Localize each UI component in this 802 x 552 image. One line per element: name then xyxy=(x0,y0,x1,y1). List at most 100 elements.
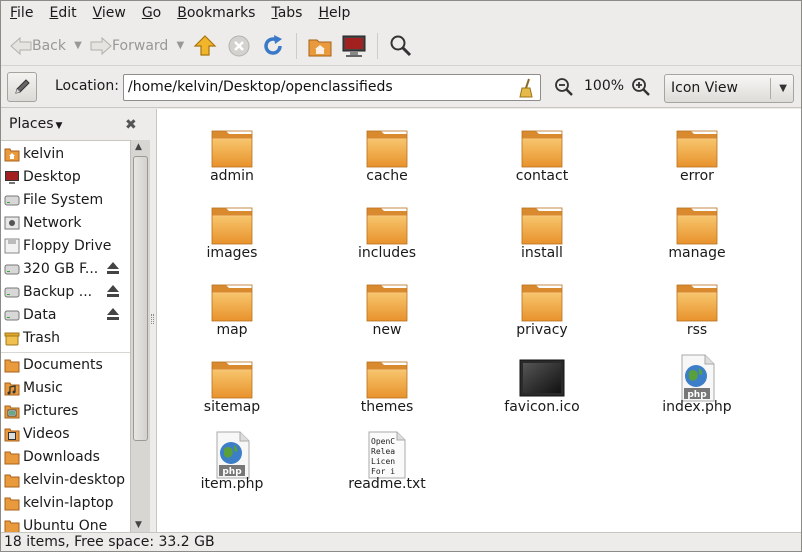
sidebar-scrollbar[interactable]: ▲ ▼ xyxy=(130,140,150,532)
folder-icon xyxy=(366,207,408,245)
scrollbar-thumb[interactable] xyxy=(133,156,148,441)
folder-item[interactable]: privacy xyxy=(472,267,612,341)
forward-history-dropdown[interactable]: ▼ xyxy=(172,30,188,62)
places-dropdown[interactable]: Places ▼ xyxy=(9,116,62,132)
folder-item[interactable]: images xyxy=(162,190,302,264)
sidebar-item-data[interactable]: Data xyxy=(0,303,130,326)
eject-icon[interactable] xyxy=(106,261,120,275)
menu-bookmarks[interactable]: Bookmarks xyxy=(169,0,263,26)
folder-item[interactable]: new xyxy=(317,267,457,341)
sidebar-item-desktop[interactable]: Desktop xyxy=(0,165,130,188)
file-name: item.php xyxy=(200,476,264,492)
file-name: favicon.ico xyxy=(504,399,580,415)
menu-help[interactable]: Help xyxy=(310,0,358,26)
sidebar-header: Places ▼ ✖ xyxy=(0,109,150,140)
folder-item[interactable]: themes xyxy=(317,344,457,418)
forward-button[interactable]: Forward xyxy=(86,30,172,62)
toolbar-separator xyxy=(377,32,379,59)
folder-item[interactable]: install xyxy=(472,190,612,264)
folder-item[interactable]: error xyxy=(627,113,767,187)
network-icon xyxy=(4,216,20,229)
menubar: File Edit View Go Bookmarks Tabs Help xyxy=(0,0,802,26)
file-name: includes xyxy=(357,245,417,261)
up-button[interactable] xyxy=(188,30,222,62)
sidebar-item-documents[interactable]: Documents xyxy=(0,353,130,376)
reload-icon xyxy=(264,34,283,55)
home-folder-icon xyxy=(4,148,20,161)
sidebar-item-label: Music xyxy=(23,379,63,396)
select-separator xyxy=(770,78,771,99)
menu-view[interactable]: View xyxy=(85,0,134,26)
eject-icon[interactable] xyxy=(106,307,120,321)
text-preview-line: For i xyxy=(371,467,395,476)
sidebar-item-label: Pictures xyxy=(23,402,79,419)
zoom-out-icon[interactable] xyxy=(553,76,575,98)
folder-item[interactable]: manage xyxy=(627,190,767,264)
home-button[interactable] xyxy=(303,30,337,62)
folder-icon xyxy=(4,474,20,487)
sidebar-item-floppy-drive[interactable]: Floppy Drive xyxy=(0,234,130,257)
location-label: Location: xyxy=(55,78,119,94)
search-icon xyxy=(390,35,412,56)
file-item[interactable]: php item.php xyxy=(162,421,302,495)
file-item[interactable]: OpenC Relea Licen For i readme.txt xyxy=(317,421,457,495)
text-preview-line: Relea xyxy=(371,447,395,456)
view-mode-select[interactable]: Icon View ▼ xyxy=(664,74,794,103)
drive-icon xyxy=(4,195,20,205)
folder-item[interactable]: sitemap xyxy=(162,344,302,418)
sidebar-item-pictures[interactable]: Pictures xyxy=(0,399,130,422)
php-file-icon: php xyxy=(216,431,250,479)
sidebar-item-backup[interactable]: Backup ... xyxy=(0,280,130,303)
folder-item[interactable]: map xyxy=(162,267,302,341)
menu-tabs[interactable]: Tabs xyxy=(263,0,310,26)
folder-icon xyxy=(521,207,563,245)
sidebar-item-label: Backup ... xyxy=(23,283,93,300)
menu-go[interactable]: Go xyxy=(134,0,169,26)
scroll-down-icon[interactable]: ▼ xyxy=(135,520,142,530)
folder-item[interactable]: cache xyxy=(317,113,457,187)
back-history-dropdown[interactable]: ▼ xyxy=(70,30,86,62)
sidebar-item-ubuntu-one[interactable]: Ubuntu One xyxy=(0,514,130,532)
sidebar-item-label: Data xyxy=(23,306,57,323)
sidebar-item-kelvin-laptop[interactable]: kelvin-laptop xyxy=(0,491,130,514)
chevron-down-icon: ▼ xyxy=(779,83,787,94)
file-item[interactable]: favicon.ico xyxy=(472,344,612,418)
sidebar-item-file-system[interactable]: File System xyxy=(0,188,130,211)
stop-button[interactable] xyxy=(222,30,256,62)
folder-icon xyxy=(211,207,253,245)
sidebar-item-downloads[interactable]: Downloads xyxy=(0,445,130,468)
sidebar-item-320-gb-f[interactable]: 320 GB F... xyxy=(0,257,130,280)
sidebar-item-label: kelvin-desktop xyxy=(23,471,126,488)
location-input[interactable]: /home/kelvin/Desktop/openclassifieds xyxy=(123,74,541,101)
chevron-down-icon: ▼ xyxy=(176,40,185,51)
music-folder-icon xyxy=(4,382,20,395)
menu-edit[interactable]: Edit xyxy=(41,0,84,26)
sidebar-item-videos[interactable]: Videos xyxy=(0,422,130,445)
folder-item[interactable]: admin xyxy=(162,113,302,187)
scroll-up-icon[interactable]: ▲ xyxy=(135,142,142,152)
sidebar-item-kelvin[interactable]: kelvin xyxy=(0,142,130,165)
folder-item[interactable]: rss xyxy=(627,267,767,341)
search-button[interactable] xyxy=(384,30,418,62)
close-sidebar-icon[interactable]: ✖ xyxy=(125,117,137,133)
folder-item[interactable]: includes xyxy=(317,190,457,264)
computer-button[interactable] xyxy=(337,30,371,62)
sidebar-item-music[interactable]: Music xyxy=(0,376,130,399)
reload-button[interactable] xyxy=(256,30,290,62)
folder-item[interactable]: contact xyxy=(472,113,612,187)
toggle-location-edit-button[interactable] xyxy=(7,72,37,102)
sidebar-item-kelvin-desktop[interactable]: kelvin-desktop xyxy=(0,468,130,491)
clear-location-icon[interactable] xyxy=(517,78,535,98)
sidebar-item-label: File System xyxy=(23,191,104,208)
file-name: map xyxy=(216,322,248,338)
file-item[interactable]: php index.php xyxy=(627,344,767,418)
eject-icon[interactable] xyxy=(106,284,120,298)
back-button[interactable]: Back xyxy=(6,30,70,62)
sidebar-item-network[interactable]: Network xyxy=(0,211,130,234)
zoom-in-icon[interactable] xyxy=(630,76,652,98)
pictures-folder-icon xyxy=(4,405,20,418)
file-name: manage xyxy=(668,245,726,261)
zoom-level[interactable]: 100% xyxy=(584,78,624,94)
menu-file[interactable]: File xyxy=(2,0,41,26)
sidebar-item-trash[interactable]: Trash xyxy=(0,326,130,349)
